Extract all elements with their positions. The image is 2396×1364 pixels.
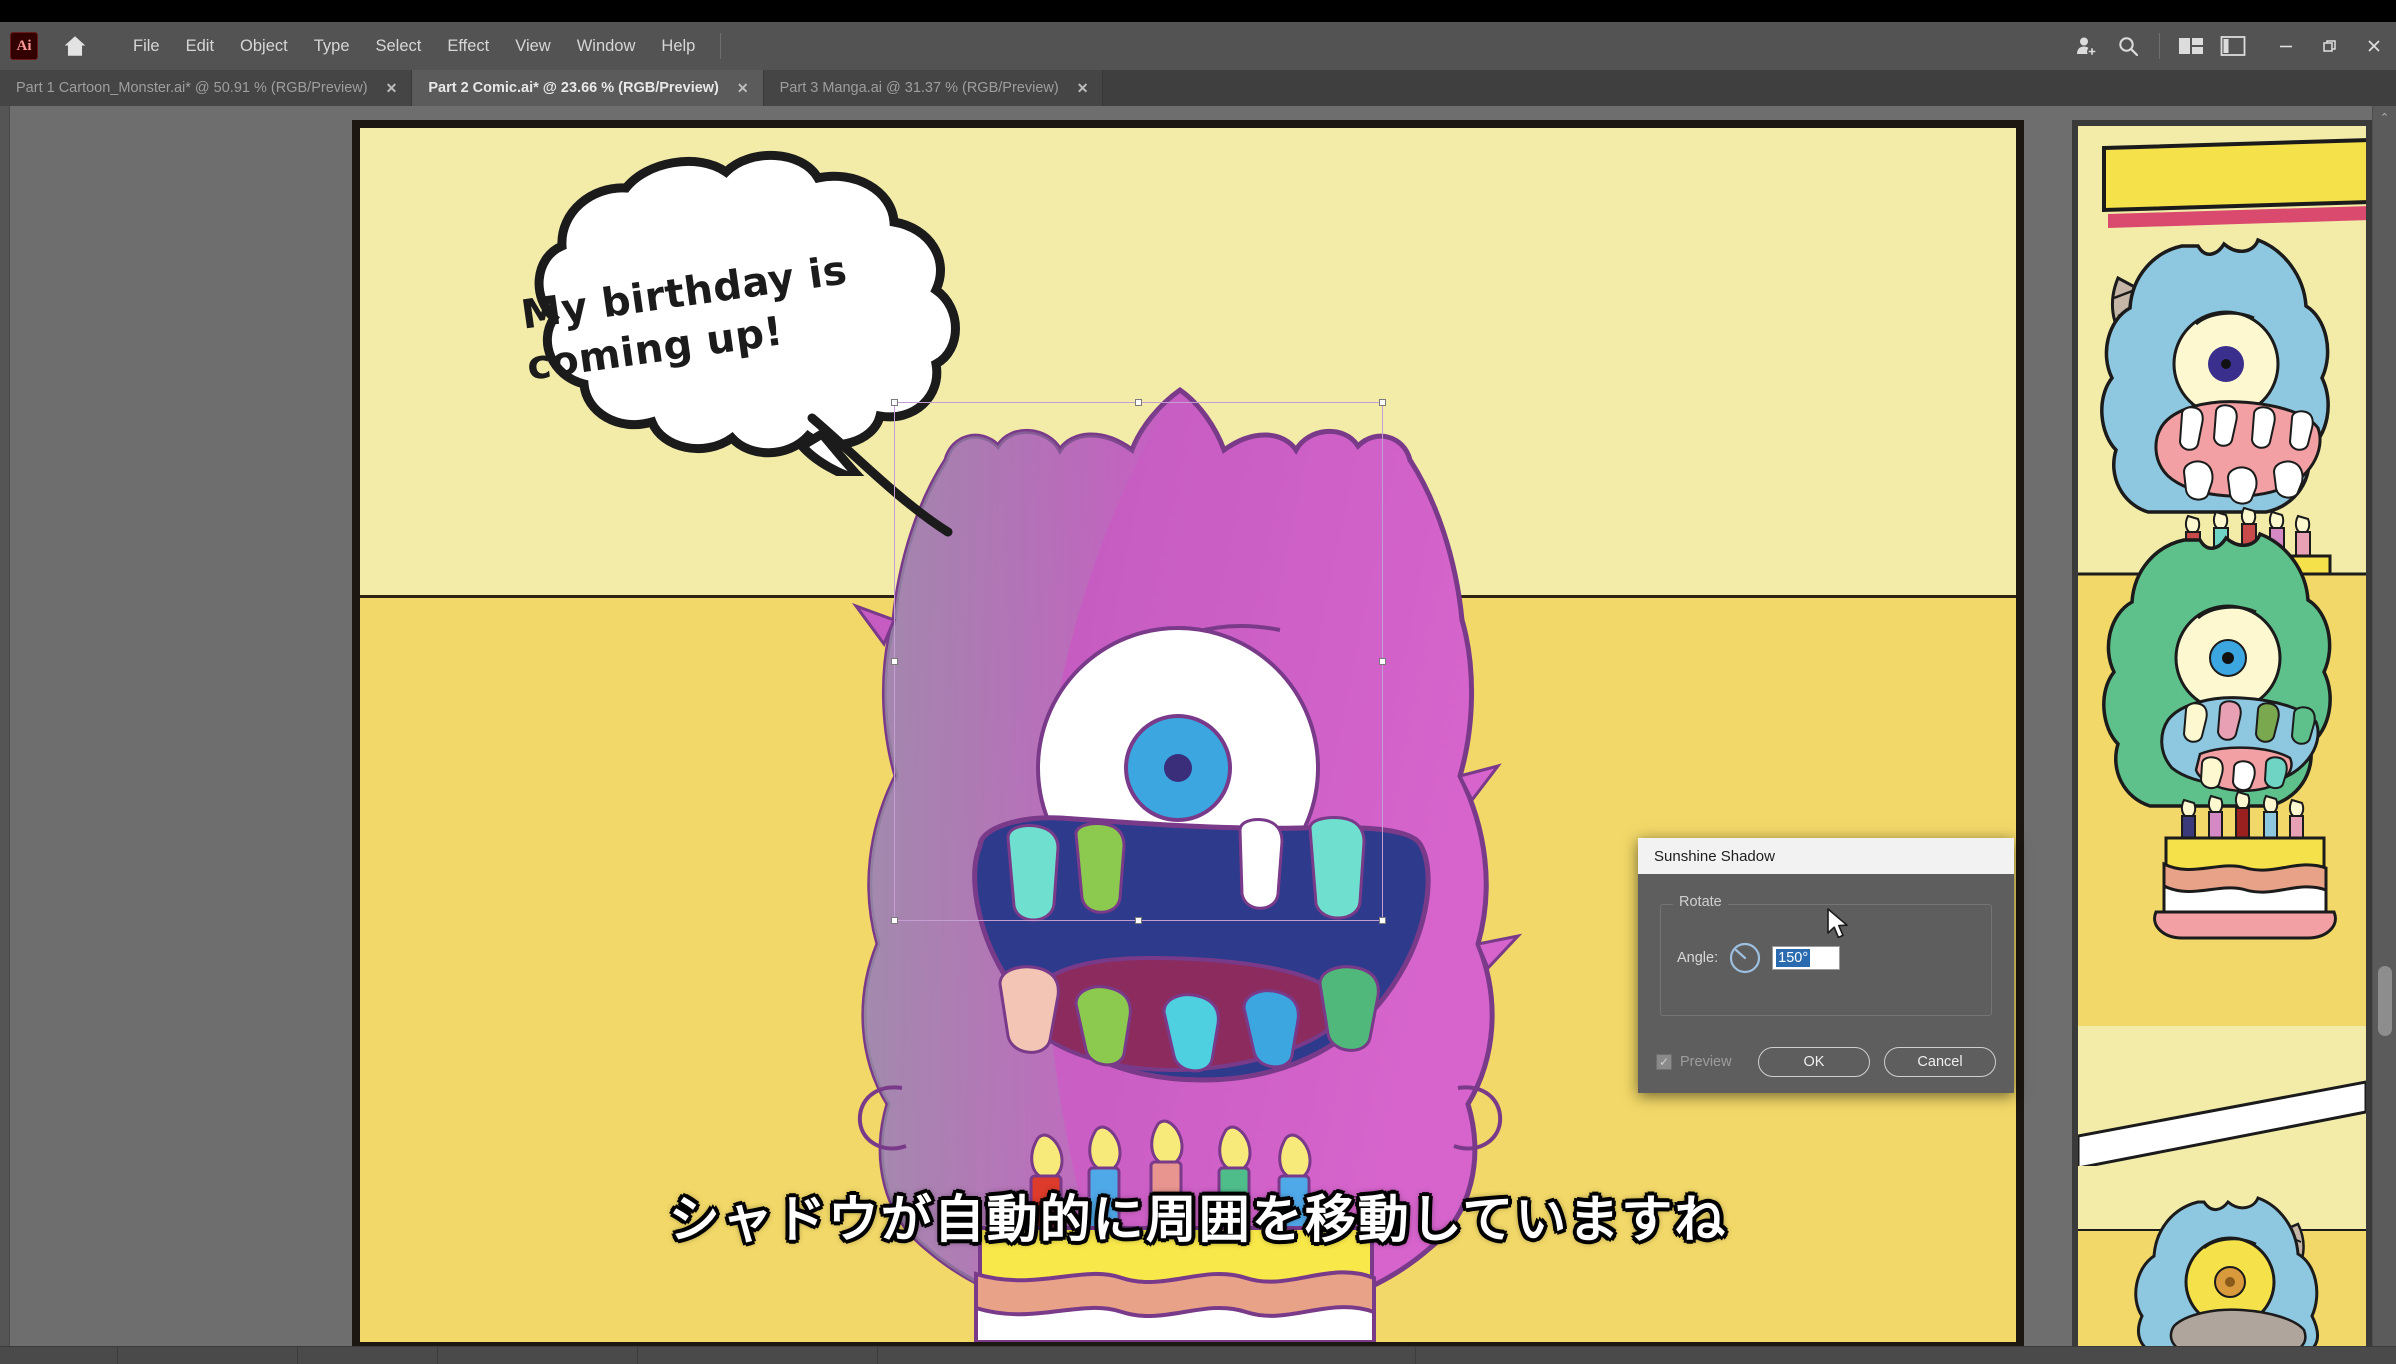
status-cell[interactable] xyxy=(1236,1347,1416,1364)
title-bar-right-controls xyxy=(2065,22,2396,70)
menu-item-edit[interactable]: Edit xyxy=(173,32,227,61)
angle-dial-icon[interactable] xyxy=(1728,941,1762,975)
document-tab-part2[interactable]: Part 2 Comic.ai* @ 23.66 % (RGB/Preview)… xyxy=(412,70,763,106)
workspace-switcher-icon[interactable] xyxy=(2212,25,2254,67)
toolbar-divider xyxy=(2159,33,2160,59)
menu-item-type[interactable]: Type xyxy=(301,32,363,61)
status-cell[interactable] xyxy=(8,1347,118,1364)
dialog-title: Sunshine Shadow xyxy=(1638,838,2014,874)
angle-input[interactable]: 150° xyxy=(1772,946,1840,970)
artboard-part2-comic[interactable]: My birthday is coming up! xyxy=(360,128,2016,1342)
close-icon[interactable]: ✕ xyxy=(386,80,398,97)
preview-checkbox[interactable]: ✓ xyxy=(1656,1054,1672,1070)
artboard-frame: My birthday is coming up! xyxy=(352,120,2024,1350)
menu-divider xyxy=(720,33,721,59)
search-icon[interactable] xyxy=(2107,25,2149,67)
menu-item-window[interactable]: Window xyxy=(564,32,649,61)
home-icon[interactable] xyxy=(60,31,90,61)
menu-item-select[interactable]: Select xyxy=(363,32,435,61)
document-tab-part1[interactable]: Part 1 Cartoon_Monster.ai* @ 50.91 % (RG… xyxy=(0,70,412,106)
menu-bar: Ai File Edit Object Type Select Effect V… xyxy=(0,22,2396,70)
rotate-group-label: Rotate xyxy=(1673,894,1728,910)
angle-row: Angle: 150° xyxy=(1677,941,1975,975)
vertical-scrollbar[interactable]: ⌃ ⌄ xyxy=(2372,106,2396,1364)
canvas-work-area[interactable]: My birthday is coming up! xyxy=(0,106,2396,1364)
tool-panel-rail[interactable] xyxy=(0,106,10,1364)
comic-page-artwork xyxy=(2078,126,2366,1354)
comic-page-frame xyxy=(2072,120,2372,1360)
angle-label: Angle: xyxy=(1677,950,1718,966)
minimize-button[interactable] xyxy=(2264,29,2308,63)
rotate-group: Rotate Angle: 150° xyxy=(1660,904,1992,1016)
document-tab-part3[interactable]: Part 3 Manga.ai @ 31.37 % (RGB/Preview) … xyxy=(764,70,1104,106)
document-tab-bar: Part 1 Cartoon_Monster.ai* @ 50.91 % (RG… xyxy=(0,70,2396,106)
menu-item-list: File Edit Object Type Select Effect View… xyxy=(120,32,721,61)
document-tab-label: Part 2 Comic.ai* @ 23.66 % (RGB/Preview) xyxy=(428,80,719,96)
status-cell[interactable] xyxy=(638,1347,878,1364)
ai-logo-icon[interactable]: Ai xyxy=(10,32,38,60)
menu-item-object[interactable]: Object xyxy=(227,32,301,61)
menu-item-effect[interactable]: Effect xyxy=(434,32,502,61)
angle-value: 150° xyxy=(1776,949,1810,967)
status-cell[interactable] xyxy=(298,1347,438,1364)
ok-button[interactable]: OK xyxy=(1758,1047,1870,1077)
status-cell[interactable] xyxy=(438,1347,638,1364)
illustrator-window: Ai File Edit Object Type Select Effect V… xyxy=(0,0,2396,1364)
document-tab-label: Part 1 Cartoon_Monster.ai* @ 50.91 % (RG… xyxy=(16,80,368,96)
close-icon[interactable]: ✕ xyxy=(737,80,749,97)
menu-item-file[interactable]: File xyxy=(120,32,173,61)
window-buttons xyxy=(2264,29,2396,63)
comic-page-part3[interactable] xyxy=(2078,126,2366,1354)
cancel-button[interactable]: Cancel xyxy=(1884,1047,1996,1077)
close-button[interactable] xyxy=(2352,29,2396,63)
menu-item-view[interactable]: View xyxy=(502,32,563,61)
add-user-icon[interactable] xyxy=(2065,25,2107,67)
screen-top-letterbox xyxy=(0,0,2396,22)
sunshine-shadow-dialog[interactable]: Sunshine Shadow Rotate Angle: 150° xyxy=(1638,838,2014,1093)
scroll-up-arrow-icon[interactable]: ⌃ xyxy=(2373,106,2396,128)
dialog-body: Rotate Angle: 150° xyxy=(1638,874,2014,1016)
arrange-documents-icon[interactable] xyxy=(2170,25,2212,67)
menu-item-help[interactable]: Help xyxy=(648,32,708,61)
close-icon[interactable]: ✕ xyxy=(1077,80,1089,97)
speech-bubble-tail xyxy=(800,410,1000,550)
document-tab-label: Part 3 Manga.ai @ 31.37 % (RGB/Preview) xyxy=(780,80,1059,96)
restore-button[interactable] xyxy=(2308,29,2352,63)
scrollbar-thumb[interactable] xyxy=(2378,966,2392,1036)
status-bar xyxy=(0,1346,2396,1364)
dialog-footer: ✓ Preview OK Cancel xyxy=(1638,1047,2014,1077)
preview-label: Preview xyxy=(1680,1054,1732,1070)
preview-checkbox-group[interactable]: ✓ Preview xyxy=(1656,1054,1732,1070)
status-cell[interactable] xyxy=(118,1347,298,1364)
